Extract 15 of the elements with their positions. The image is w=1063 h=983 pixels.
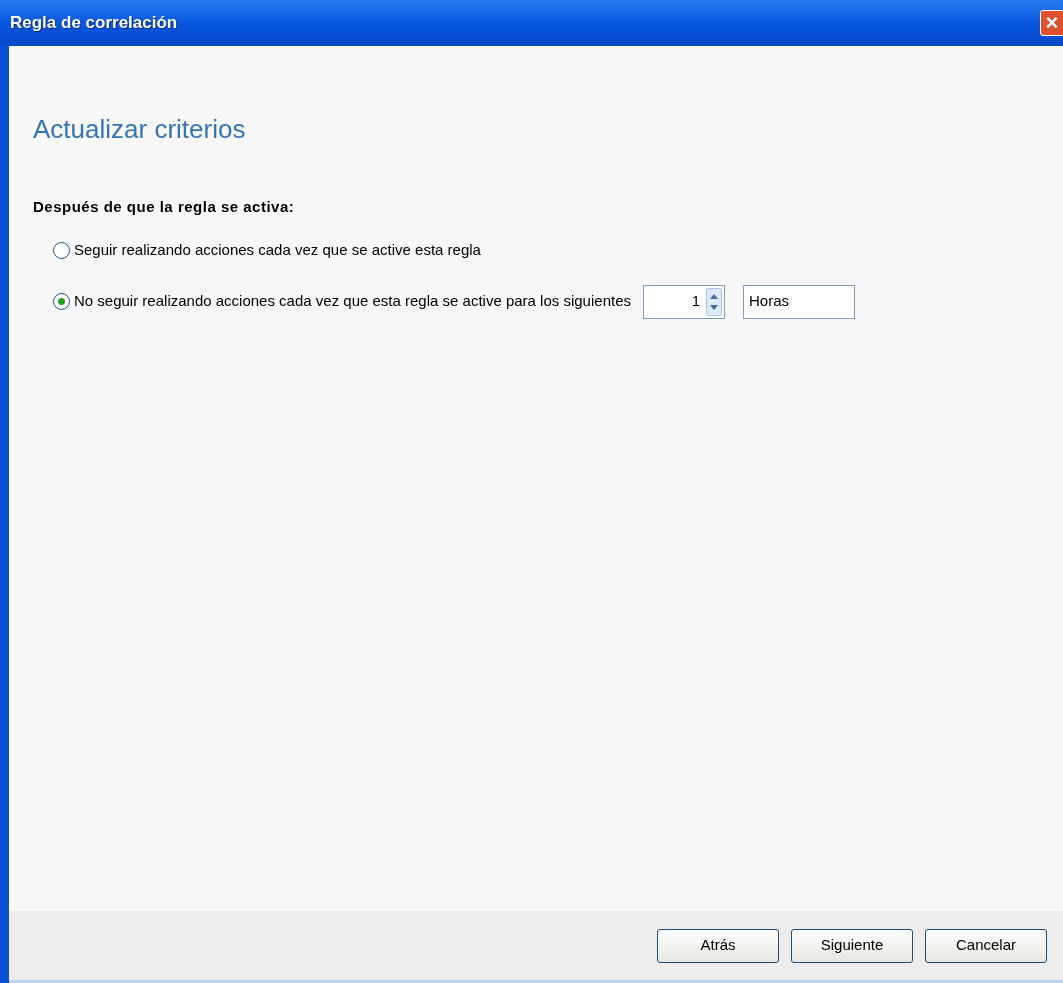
dialog-button[interactable]: Siguiente	[791, 928, 913, 963]
radio-button[interactable]	[53, 242, 70, 259]
spinner-value: 1	[691, 291, 700, 312]
unit-field[interactable]: Horas	[743, 284, 855, 319]
close-button[interactable]: ×	[1040, 10, 1063, 36]
number-spinner[interactable]: 1	[643, 284, 725, 319]
dialog-button[interactable]: Atrás	[657, 928, 779, 963]
dialog-button[interactable]: Cancelar	[925, 928, 1047, 963]
section-label: Después de que la regla se activa:	[33, 197, 296, 217]
page-heading: Actualizar criterios	[33, 114, 247, 144]
window-title: Regla de correlación	[10, 12, 178, 35]
radio-button[interactable]	[53, 293, 70, 310]
option-label: Seguir realizando acciones cada vez que se active esta regla	[74, 240, 481, 261]
option-label: No seguir realizando acciones cada vez que esta regla se active para los siguientes	[74, 291, 631, 312]
spinner-arrows-icon	[706, 287, 722, 316]
